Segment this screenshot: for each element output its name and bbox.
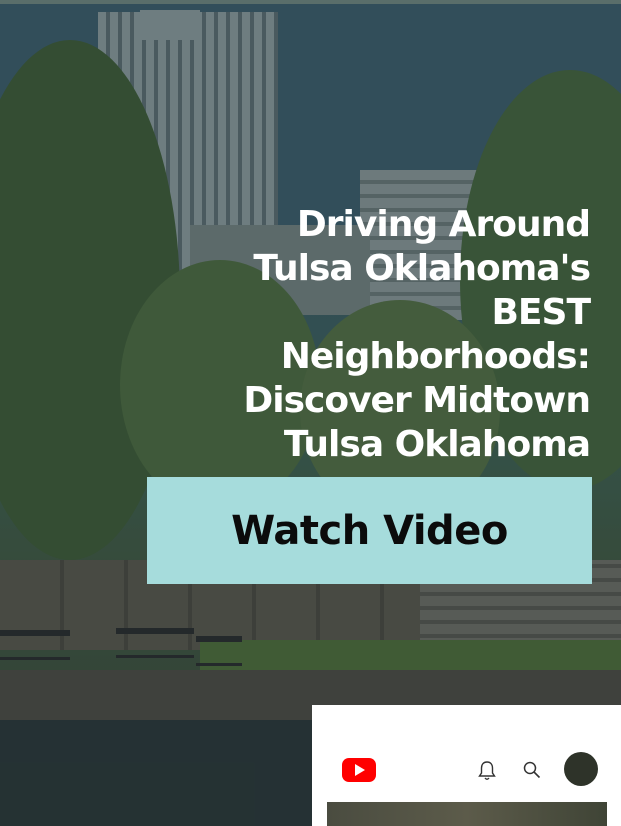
headline-line: Neighborhoods: (280, 336, 591, 377)
headline-line: Tulsa Oklahoma (283, 424, 591, 465)
headline-line: BEST (491, 292, 591, 333)
youtube-logo-icon[interactable] (342, 758, 376, 782)
avatar[interactable] (564, 752, 598, 786)
youtube-embed-card[interactable] (312, 705, 621, 826)
video-thumbnail[interactable] (327, 802, 607, 826)
headline-line: Driving Around (296, 204, 591, 245)
play-icon (355, 764, 365, 776)
bell-icon[interactable] (477, 760, 497, 782)
headline-line: Discover Midtown (243, 380, 591, 421)
watch-video-button[interactable]: Watch Video (147, 477, 592, 584)
top-strip (0, 0, 621, 4)
search-icon[interactable] (522, 760, 542, 780)
hero-headline: Driving Around Tulsa Oklahoma's BEST Nei… (190, 203, 591, 467)
headline-line: Tulsa Oklahoma's (253, 248, 591, 289)
